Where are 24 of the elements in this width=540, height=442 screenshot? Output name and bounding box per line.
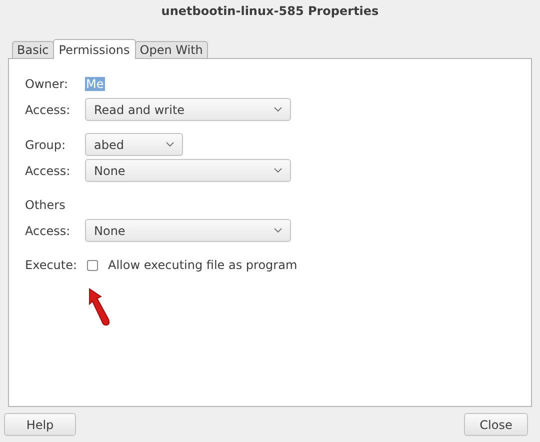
tab[interactable]: Open With [134, 41, 208, 58]
window-title: unetbootin-linux-585 Properties [160, 3, 380, 20]
dropdown[interactable]: None [85, 219, 291, 242]
tab[interactable]: Permissions [52, 39, 136, 59]
section-heading: Others [25, 198, 66, 212]
field-label: Group: [25, 138, 67, 152]
dropdown[interactable]: Read and write [85, 98, 291, 121]
tab[interactable]: Basic [12, 41, 54, 58]
chevron-icon [274, 168, 282, 173]
field-label: Owner: [25, 77, 70, 91]
field-label: Access: [25, 102, 72, 116]
checkbox[interactable] [87, 260, 98, 270]
dropdown[interactable]: None [85, 159, 291, 182]
help-button[interactable]: Help [4, 413, 76, 436]
chevron-icon [274, 228, 282, 233]
chevron-icon [274, 107, 282, 112]
chevron-icon [166, 142, 174, 147]
dropdown[interactable]: abed [85, 133, 183, 156]
checkbox-label: Allow executing file as program [108, 258, 298, 272]
owner-value: Me [85, 77, 105, 91]
field-label: Access: [25, 224, 72, 238]
close-button[interactable]: Close [464, 413, 528, 436]
field-label: Execute: [25, 258, 78, 272]
field-label: Access: [25, 164, 72, 178]
